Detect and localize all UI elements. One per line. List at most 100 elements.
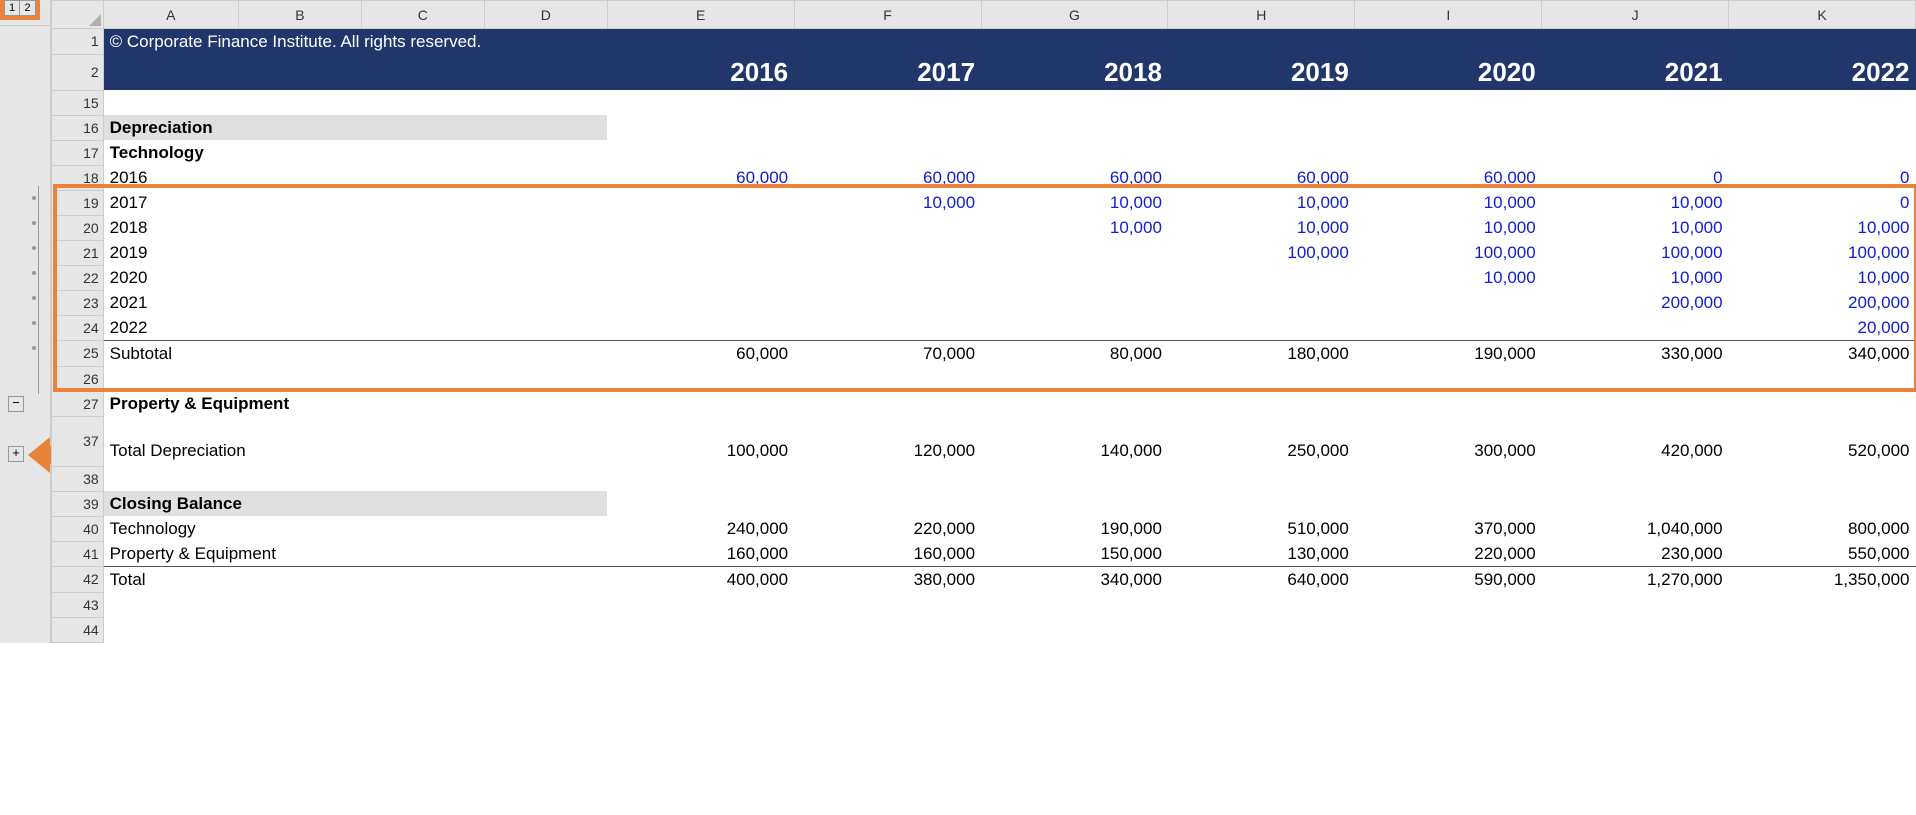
cell[interactable]: 200,000 — [1729, 290, 1916, 315]
outline-level-1-button[interactable]: 1 — [4, 0, 20, 16]
cell[interactable]: 550,000 — [1729, 541, 1916, 567]
row-label[interactable]: 2018 — [103, 215, 607, 240]
cell[interactable] — [607, 290, 794, 315]
cell[interactable]: 60,000 — [607, 165, 794, 190]
row-header[interactable]: 23 — [52, 290, 104, 315]
row-header[interactable]: 18 — [52, 165, 104, 190]
cell[interactable]: 370,000 — [1355, 516, 1542, 541]
cell[interactable] — [103, 366, 1915, 391]
row-header[interactable]: 44 — [52, 617, 104, 642]
cell[interactable]: 120,000 — [794, 416, 981, 466]
row-label[interactable]: 2019 — [103, 240, 607, 265]
subsection-technology[interactable]: Technology — [103, 140, 607, 165]
year-header[interactable]: 2017 — [794, 54, 981, 90]
col-header-H[interactable]: H — [1168, 1, 1355, 29]
year-header[interactable]: 2021 — [1542, 54, 1729, 90]
cell[interactable]: 590,000 — [1355, 567, 1542, 593]
cell[interactable]: 10,000 — [1355, 190, 1542, 215]
cell[interactable]: 20,000 — [1729, 315, 1916, 341]
cell[interactable] — [794, 240, 981, 265]
cell[interactable] — [1355, 315, 1542, 341]
cell[interactable]: 220,000 — [794, 516, 981, 541]
cell[interactable] — [607, 190, 794, 215]
cell[interactable] — [1542, 315, 1729, 341]
row-label[interactable]: 2016 — [103, 165, 607, 190]
row-header[interactable]: 19 — [52, 190, 104, 215]
row-header[interactable]: 2 — [52, 54, 104, 90]
row-header[interactable]: 27 — [52, 391, 104, 416]
cell[interactable] — [981, 265, 1168, 290]
cell[interactable]: 240,000 — [607, 516, 794, 541]
cell[interactable]: 1,350,000 — [1729, 567, 1916, 593]
row-header[interactable]: 22 — [52, 265, 104, 290]
col-header-E[interactable]: E — [607, 1, 794, 29]
row-header[interactable]: 15 — [52, 90, 104, 115]
cell[interactable] — [103, 592, 1915, 617]
row-label[interactable]: Total — [103, 567, 607, 593]
section-label-closing[interactable]: Closing Balance — [103, 491, 607, 516]
cell[interactable]: 10,000 — [1542, 215, 1729, 240]
row-header[interactable]: 38 — [52, 466, 104, 491]
row-header[interactable]: 42 — [52, 567, 104, 593]
cell[interactable]: 0 — [1542, 165, 1729, 190]
cell[interactable]: 140,000 — [981, 416, 1168, 466]
cell[interactable]: 100,000 — [1542, 240, 1729, 265]
row-label[interactable]: 2017 — [103, 190, 607, 215]
row-label[interactable]: 2020 — [103, 265, 607, 290]
col-header-D[interactable]: D — [484, 1, 607, 29]
cell[interactable]: 100,000 — [1729, 240, 1916, 265]
cell[interactable]: 200,000 — [1542, 290, 1729, 315]
row-header[interactable]: 25 — [52, 341, 104, 367]
row-label[interactable]: Technology — [103, 516, 607, 541]
cell[interactable] — [607, 115, 1915, 140]
cell[interactable]: 400,000 — [607, 567, 794, 593]
cell[interactable] — [607, 391, 1915, 416]
cell[interactable] — [1355, 290, 1542, 315]
subsection-property[interactable]: Property & Equipment — [103, 391, 607, 416]
cell[interactable]: 520,000 — [1729, 416, 1916, 466]
col-header-C[interactable]: C — [361, 1, 484, 29]
col-header-F[interactable]: F — [794, 1, 981, 29]
outline-expand-button[interactable]: + — [8, 446, 24, 462]
cell[interactable] — [103, 617, 1915, 642]
cell[interactable]: 130,000 — [1168, 541, 1355, 567]
row-header[interactable]: 43 — [52, 592, 104, 617]
row-header[interactable]: 26 — [52, 366, 104, 391]
cell[interactable] — [607, 215, 794, 240]
cell[interactable]: 250,000 — [1168, 416, 1355, 466]
row-header[interactable]: 37 — [52, 416, 104, 466]
cell[interactable]: 330,000 — [1542, 341, 1729, 367]
cell[interactable]: 160,000 — [607, 541, 794, 567]
cell[interactable]: 160,000 — [794, 541, 981, 567]
cell[interactable] — [794, 215, 981, 240]
row-header[interactable]: 21 — [52, 240, 104, 265]
col-header-K[interactable]: K — [1729, 1, 1916, 29]
row-label[interactable]: 2021 — [103, 290, 607, 315]
col-header-B[interactable]: B — [238, 1, 361, 29]
cell[interactable]: 190,000 — [981, 516, 1168, 541]
cell[interactable]: 10,000 — [1729, 215, 1916, 240]
cell[interactable] — [607, 140, 1915, 165]
cell[interactable]: 10,000 — [794, 190, 981, 215]
year-header[interactable]: 2019 — [1168, 54, 1355, 90]
cell[interactable]: 0 — [1729, 165, 1916, 190]
col-header-I[interactable]: I — [1355, 1, 1542, 29]
row-header[interactable]: 24 — [52, 315, 104, 341]
cell[interactable]: 420,000 — [1542, 416, 1729, 466]
cell[interactable] — [981, 240, 1168, 265]
cell[interactable]: 100,000 — [1355, 240, 1542, 265]
cell[interactable] — [607, 315, 794, 341]
row-header[interactable]: 16 — [52, 115, 104, 140]
cell[interactable]: 10,000 — [981, 215, 1168, 240]
copyright-cell[interactable]: © Corporate Finance Institute. All right… — [103, 29, 1915, 55]
row-header[interactable]: 41 — [52, 541, 104, 567]
cell[interactable] — [103, 90, 1915, 115]
year-header[interactable]: 2016 — [607, 54, 794, 90]
row-header[interactable]: 1 — [52, 29, 104, 55]
cell[interactable]: 70,000 — [794, 341, 981, 367]
cell[interactable]: 800,000 — [1729, 516, 1916, 541]
sheet-table[interactable]: A B C D E F G H I J K 1 © Corporate Fina… — [51, 0, 1916, 643]
cell[interactable]: 10,000 — [1168, 190, 1355, 215]
cell[interactable] — [607, 265, 794, 290]
col-header-G[interactable]: G — [981, 1, 1168, 29]
